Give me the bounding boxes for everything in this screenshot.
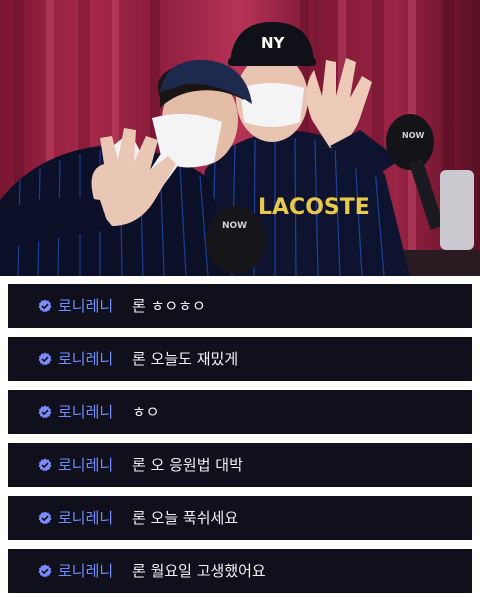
chat-nickname[interactable]: 로니레니	[58, 496, 113, 540]
verified-badge-icon	[38, 405, 52, 419]
chat-nickname[interactable]: 로니레니	[58, 284, 113, 328]
chat-message: 로니레니 론 오늘 푹쉬세요	[8, 496, 472, 540]
chat-text: 론 월요일 고생했어요	[132, 562, 266, 580]
chat-text: 론 오늘 푹쉬세요	[132, 509, 239, 527]
mic-logo-text-right: NOW	[402, 131, 424, 140]
verified-badge-icon	[38, 458, 52, 472]
chat-text: 론 ㅎㅇㅎㅇ	[132, 297, 206, 315]
chat-text: 론 오늘도 재밌게	[132, 350, 239, 368]
verified-badge-icon	[38, 564, 52, 578]
chat-message: 로니레니 론 오늘도 재밌게	[8, 337, 472, 381]
mic-logo-text: NOW	[222, 221, 247, 231]
chat-nickname[interactable]: 로니레니	[58, 549, 113, 593]
chat-list: 로니레니 론 ㅎㅇㅎㅇ 로니레니 론 오늘도 재밌게 로니레니 ㅎㅇ 로니레니 …	[0, 276, 480, 598]
chat-nickname[interactable]: 로니레니	[58, 443, 113, 487]
stream-photo-illustration: LACOSTE NY NOW NOW	[0, 0, 480, 276]
chat-text: ㅎㅇ	[132, 403, 160, 421]
cap-logo-text: NY	[261, 34, 286, 52]
chat-text: 론 오 응원법 대박	[132, 456, 243, 474]
stream-photo: LACOSTE NY NOW NOW	[0, 0, 480, 276]
chat-message: 로니레니 론 ㅎㅇㅎㅇ	[8, 284, 472, 328]
verified-badge-icon	[38, 299, 52, 313]
chat-message: 로니레니 론 월요일 고생했어요	[8, 549, 472, 593]
chat-message: 로니레니 ㅎㅇ	[8, 390, 472, 434]
verified-badge-icon	[38, 511, 52, 525]
chat-nickname[interactable]: 로니레니	[58, 390, 113, 434]
sweater-text: LACOSTE	[258, 195, 370, 220]
chat-nickname[interactable]: 로니레니	[58, 337, 113, 381]
chat-message: 로니레니 론 오 응원법 대박	[8, 443, 472, 487]
verified-badge-icon	[38, 352, 52, 366]
